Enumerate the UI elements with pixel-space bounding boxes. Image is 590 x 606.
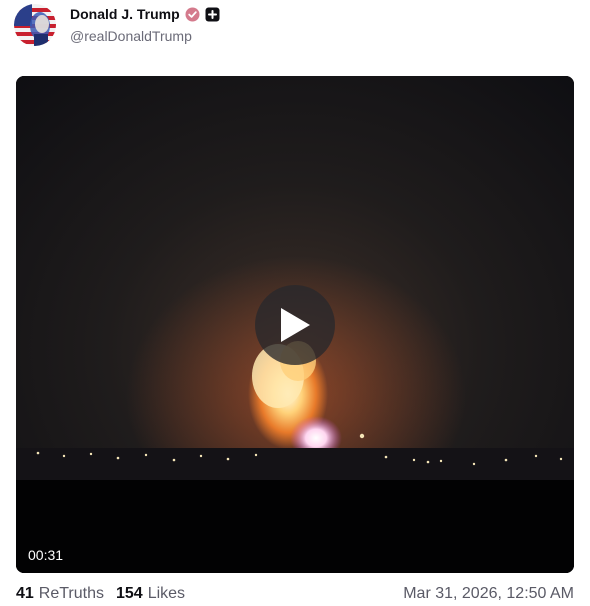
retruths-label: ReTruths bbox=[38, 585, 104, 602]
retruths-count: 41 bbox=[16, 585, 34, 602]
likes-stat[interactable]: 154 Likes bbox=[116, 585, 185, 603]
play-icon bbox=[281, 308, 310, 342]
video-duration: 00:31 bbox=[28, 547, 64, 563]
author-info: Donald J. Trump @realDonaldTrump bbox=[70, 6, 220, 44]
avatar[interactable] bbox=[14, 4, 56, 46]
play-button[interactable] bbox=[255, 285, 335, 365]
plus-square-icon bbox=[205, 7, 220, 22]
post-header: Donald J. Trump @realDonaldTrump bbox=[14, 0, 220, 50]
retruths-stat[interactable]: 41 ReTruths bbox=[16, 585, 104, 603]
post-footer: 41 ReTruths 154 Likes Mar 31, 2026, 12:5… bbox=[16, 584, 574, 604]
likes-label: Likes bbox=[147, 585, 186, 602]
author-display-name[interactable]: Donald J. Trump bbox=[70, 6, 180, 22]
avatar-flag-icon bbox=[14, 4, 56, 46]
video-player[interactable]: 00:31 bbox=[16, 76, 574, 573]
verified-badge-icon bbox=[185, 7, 200, 22]
post-timestamp[interactable]: Mar 31, 2026, 12:50 AM bbox=[403, 585, 574, 603]
name-row: Donald J. Trump bbox=[70, 6, 220, 22]
author-handle[interactable]: @realDonaldTrump bbox=[70, 28, 220, 44]
likes-count: 154 bbox=[116, 585, 143, 602]
post-card: Donald J. Trump @realDonaldTrump 00:31 4… bbox=[0, 0, 590, 606]
